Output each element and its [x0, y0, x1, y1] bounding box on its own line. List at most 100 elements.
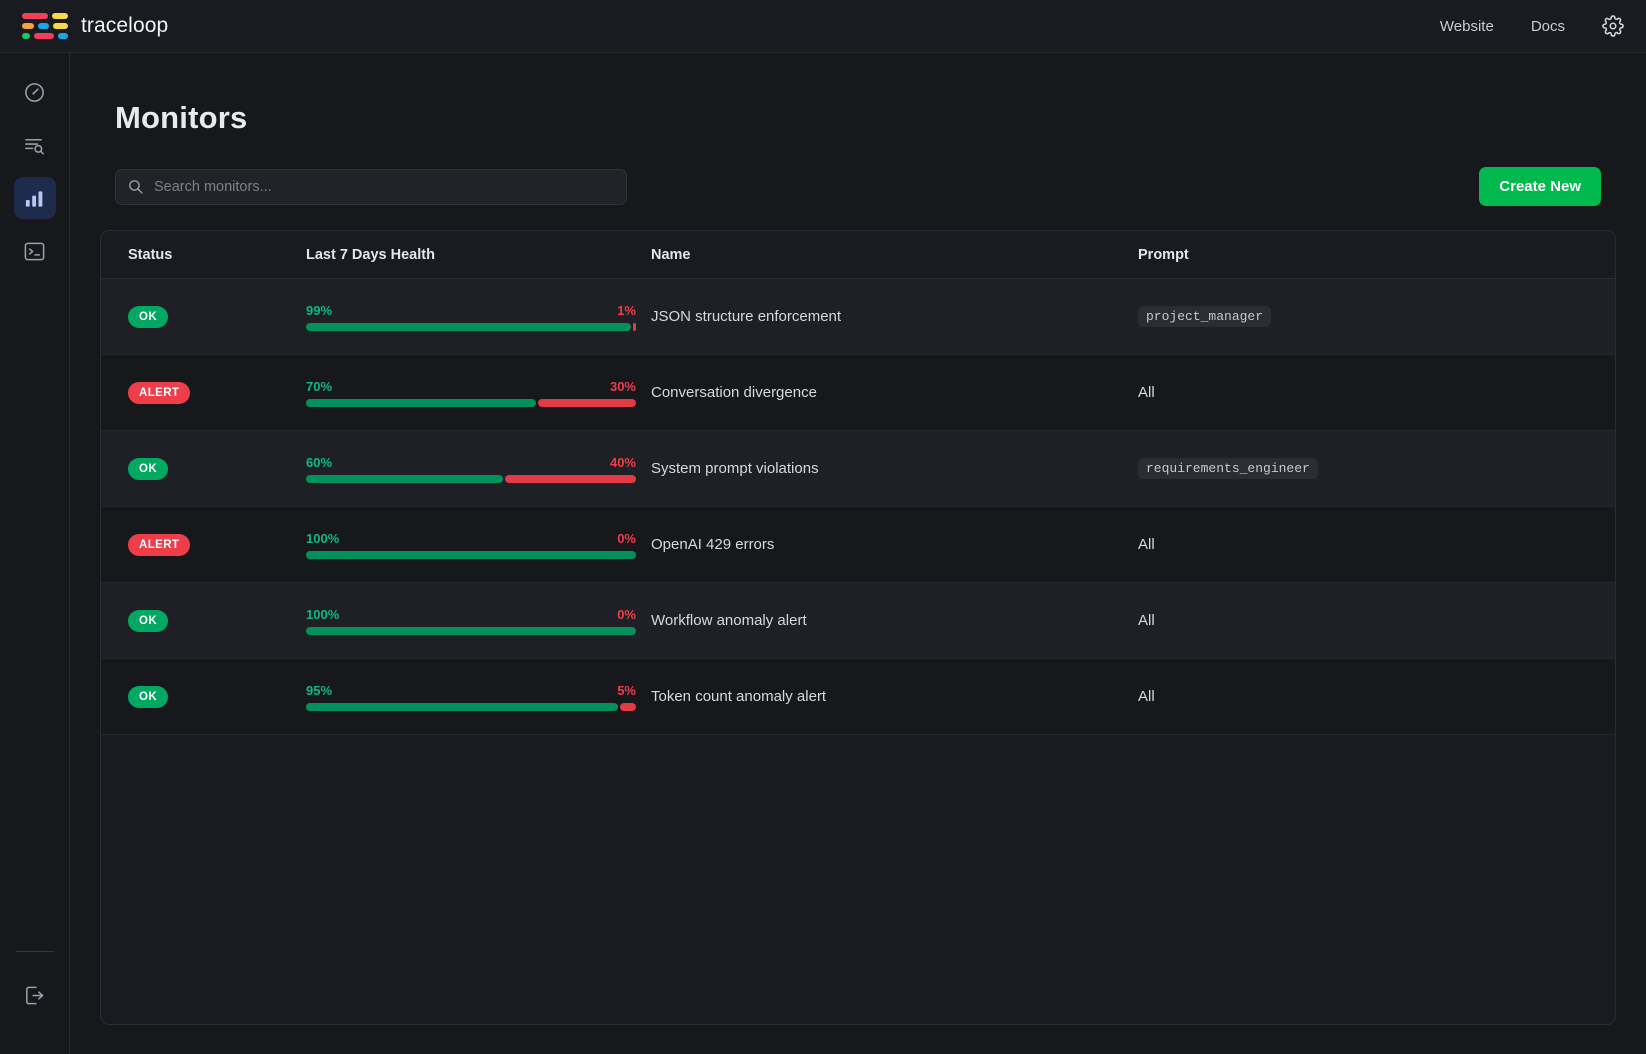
health-pass-label: 100% [306, 530, 340, 546]
search-input[interactable] [115, 168, 627, 205]
table-row[interactable]: ALERT 100% 0% OpenAI 429 errors All [101, 507, 1615, 583]
settings-button[interactable] [1602, 15, 1624, 37]
health-bar-pass-segment [306, 322, 631, 331]
search-icon [129, 179, 143, 194]
table-header-row: Status Last 7 Days Health Name Prompt [101, 231, 1615, 279]
table-row[interactable]: OK 95% 5% Token count anomaly alert All [101, 659, 1615, 735]
monitor-name: Token count anomaly alert [651, 688, 827, 705]
table-row[interactable]: OK 100% 0% Workflow anomaly alert All [101, 583, 1615, 659]
nav-link-website[interactable]: Website [1440, 18, 1494, 35]
health-fail-label: 40% [609, 454, 636, 470]
health-cell: 99% 1% [306, 303, 651, 331]
column-header-prompt: Prompt [1138, 246, 1189, 263]
status-badge: OK [128, 685, 169, 708]
health-pass-label: 70% [306, 378, 333, 394]
health-bar-pass-segment [306, 626, 636, 635]
prompt-value: All [1138, 687, 1155, 705]
health-pass-label: 60% [306, 454, 333, 470]
prompt-cell: All [1138, 688, 1615, 706]
health-bar [306, 322, 636, 331]
monitor-name: System prompt violations [651, 460, 819, 477]
column-header-health: Last 7 Days Health [306, 246, 435, 263]
health-bar-pass-segment [306, 702, 618, 711]
health-fail-label: 5% [617, 682, 636, 698]
monitors-table: Status Last 7 Days Health Name Prompt OK… [100, 230, 1616, 1025]
prompt-value: All [1138, 611, 1155, 629]
main-content: Monitors Create New Status Last 7 Days H… [70, 53, 1646, 1054]
sidebar-item-logout[interactable] [14, 974, 56, 1016]
health-fail-label: 30% [609, 378, 636, 394]
gear-icon [1602, 15, 1624, 37]
health-cell: 100% 0% [306, 607, 651, 635]
health-bar [306, 474, 636, 483]
health-fail-label: 0% [617, 606, 636, 622]
status-badge: OK [128, 457, 169, 480]
table-body: OK 99% 1% JSON structure enforcement project… [101, 279, 1615, 735]
status-badge: ALERT [128, 533, 191, 556]
prompt-cell: project_manager [1138, 306, 1615, 327]
health-bar-pass-segment [306, 398, 536, 407]
table-row[interactable]: OK 60% 40% System prompt violations requirem… [101, 431, 1615, 507]
page-title: Monitors [115, 100, 248, 135]
sidebar-item-traces[interactable] [14, 124, 56, 166]
sidebar-divider [15, 951, 54, 952]
status-cell: OK [101, 457, 306, 480]
health-cell: 70% 30% [306, 379, 651, 407]
health-pass-label: 99% [306, 302, 333, 318]
brand-name: traceloop [81, 14, 169, 37]
health-bar-pass-segment [306, 474, 503, 483]
prompt-cell: All [1138, 536, 1615, 554]
column-header-name: Name [651, 246, 691, 263]
health-bar-fail-segment [537, 398, 636, 407]
prompt-cell: All [1138, 612, 1615, 630]
traceloop-logo-icon [22, 10, 69, 42]
health-cell: 60% 40% [306, 455, 651, 483]
gauge-icon [25, 82, 44, 102]
prompt-chip: requirements_engineer [1138, 458, 1318, 479]
health-bar-fail-segment [632, 322, 636, 331]
table-row[interactable]: ALERT 70% 30% Conversation divergence All [101, 355, 1615, 431]
health-bar-fail-segment [619, 702, 636, 711]
logout-icon [26, 986, 44, 1004]
terminal-icon [24, 242, 45, 260]
prompt-value: All [1138, 535, 1155, 553]
health-pass-label: 100% [306, 606, 340, 622]
nav-link-docs[interactable]: Docs [1531, 18, 1565, 35]
brand[interactable]: traceloop [22, 10, 168, 42]
status-cell: OK [101, 685, 306, 708]
status-badge: OK [128, 609, 169, 632]
health-fail-label: 1% [617, 302, 636, 318]
sidebar-item-monitors[interactable] [13, 177, 56, 219]
health-bar [306, 398, 636, 407]
sidebar-item-dashboard[interactable] [14, 71, 56, 113]
status-badge: ALERT [128, 381, 191, 404]
status-cell: ALERT [101, 533, 306, 556]
health-fail-label: 0% [617, 530, 636, 546]
monitor-name: Workflow anomaly alert [651, 612, 807, 629]
health-bar [306, 702, 636, 711]
search-list-icon [25, 138, 44, 154]
table-row[interactable]: OK 99% 1% JSON structure enforcement project… [101, 279, 1615, 355]
prompt-cell: All [1138, 384, 1615, 402]
create-new-button[interactable]: Create New [1479, 167, 1601, 206]
top-nav: Website Docs [1440, 15, 1624, 37]
sidebar [0, 53, 70, 1054]
health-bar-fail-segment [504, 474, 636, 483]
top-bar: traceloop Website Docs [0, 0, 1646, 53]
toolbar: Create New [100, 167, 1616, 206]
health-pass-label: 95% [306, 682, 333, 698]
column-header-status: Status [128, 246, 173, 263]
search-container [115, 168, 627, 205]
status-cell: OK [101, 305, 306, 328]
status-cell: OK [101, 609, 306, 632]
health-cell: 95% 5% [306, 683, 651, 711]
health-cell: 100% 0% [306, 531, 651, 559]
status-cell: ALERT [101, 381, 306, 404]
health-bar [306, 550, 636, 559]
status-badge: OK [128, 305, 169, 328]
health-bar [306, 626, 636, 635]
monitor-name: JSON structure enforcement [651, 308, 842, 325]
monitor-name: Conversation divergence [651, 384, 817, 401]
prompt-value: All [1138, 383, 1155, 401]
sidebar-item-playground[interactable] [14, 230, 56, 272]
